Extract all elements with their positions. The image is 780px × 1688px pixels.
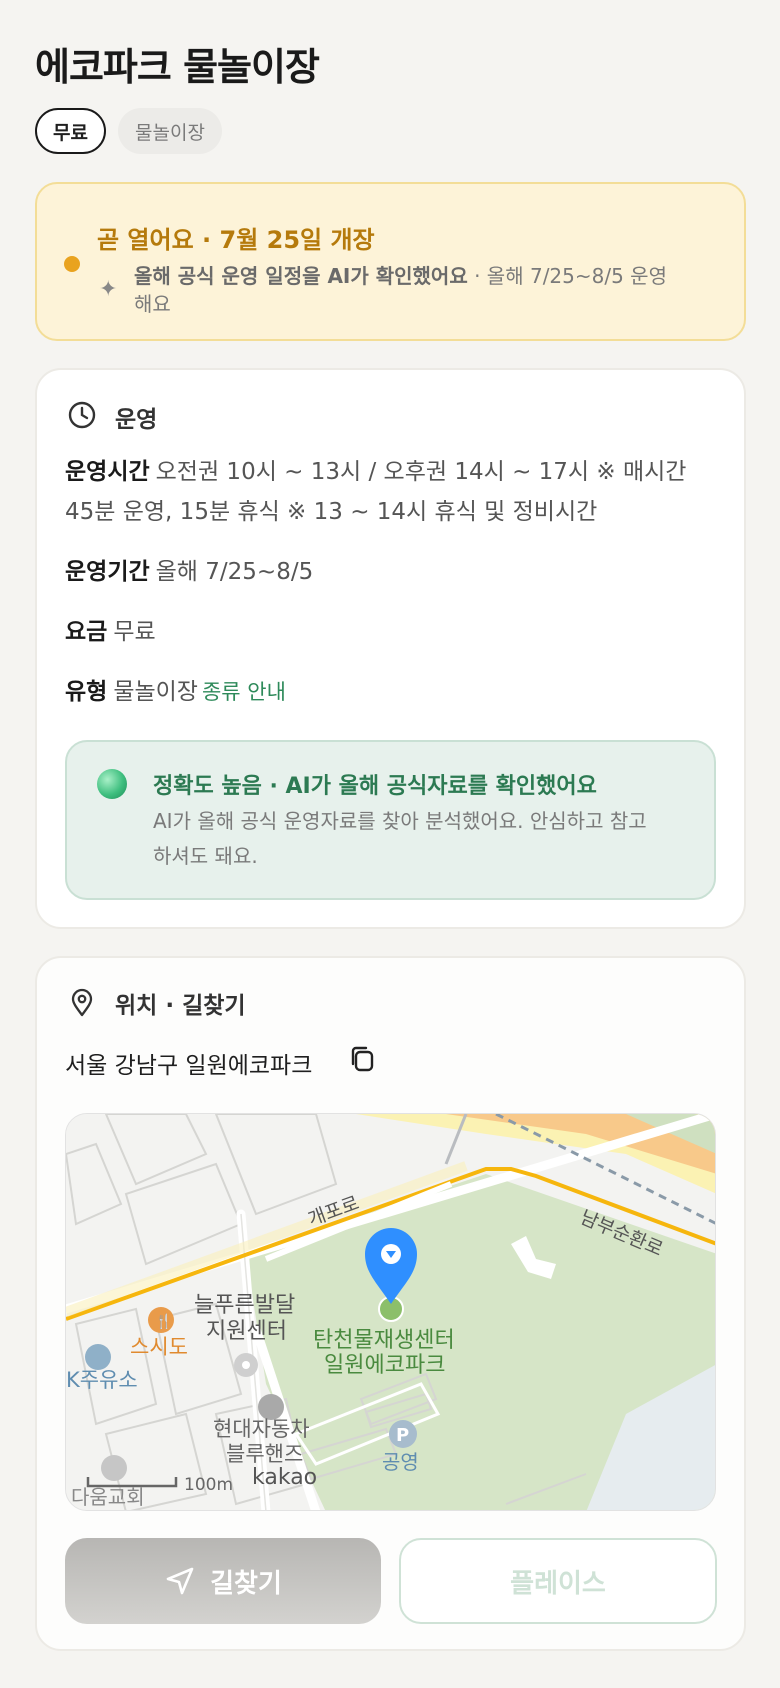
operation-section-title: 운영 — [115, 407, 158, 433]
opening-notice: 곧 열어요 · 7월 25일 개장 ✦ 올해 공식 운영 일정을 AI가 확인했… — [35, 182, 746, 341]
directions-button[interactable]: 길찾기 — [65, 1538, 381, 1624]
directions-button-label: 길찾기 — [210, 1568, 282, 1599]
map-label-gas: K주유소 — [66, 1368, 138, 1392]
gas-station-icon — [85, 1344, 111, 1370]
copy-icon[interactable] — [347, 1044, 377, 1074]
type-label: 유형 — [65, 679, 108, 705]
notice-detail: 올해 공식 운영 일정을 AI가 확인했어요 · 올해 7/25~8/5 운영해… — [134, 262, 674, 318]
map-label-parking: 공영 — [382, 1450, 419, 1474]
parking-icon-letter: P — [396, 1425, 409, 1446]
map-label-shop2: 블루핸즈 — [226, 1442, 303, 1466]
page-title: 에코파크 물놀이장 — [35, 45, 320, 89]
sparkle-icon: ✦ — [99, 277, 118, 302]
address-text: 서울 강남구 일원에코파크 — [65, 1053, 313, 1079]
accuracy-body: AI가 올해 공식 운영자료를 찾아 분석했어요. 안심하고 참고하셔도 돼요. — [153, 809, 647, 868]
map-label-place2: 일원에코파크 — [324, 1353, 445, 1378]
location-pin-icon — [71, 988, 93, 1017]
notice-headline: 곧 열어요 · 7월 25일 개장 — [97, 226, 375, 254]
map-label-center2: 지원센터 — [206, 1319, 287, 1344]
place-button[interactable]: 플레이스 — [399, 1538, 717, 1624]
fee-label: 요금 — [65, 619, 108, 645]
hours-value: 오전권 10시 ~ 13시 / 오후권 14시 ~ 17시 ※ 매시간 45분 … — [65, 459, 687, 525]
price-chip[interactable]: 무료 — [35, 108, 106, 154]
location-section-title: 위치 · 길찾기 — [115, 993, 246, 1019]
period-value: 올해 7/25~8/5 — [155, 559, 314, 585]
period-row: 운영기간 올해 7/25~8/5 — [65, 552, 705, 592]
church-icon — [101, 1455, 127, 1481]
accuracy-headline: 정확도 높음 · AI가 올해 공식자료를 확인했어요 — [153, 774, 597, 799]
map-label-shop1: 현대자동차 — [213, 1417, 310, 1441]
map-label-brand: kakao — [252, 1465, 317, 1490]
clock-icon — [68, 401, 96, 429]
location-card: 위치 · 길찾기 서울 강남구 일원에코파크 개포로 남부순환로 🍴 스시도 K… — [35, 956, 746, 1651]
map-scale-label: 100m — [184, 1475, 233, 1495]
fee-row: 요금 무료 — [65, 612, 705, 652]
map-label-place1: 탄천물재생센터 — [313, 1328, 455, 1353]
type-chip[interactable]: 물놀이장 — [118, 108, 222, 154]
type-value: 물놀이장 — [113, 679, 198, 705]
ai-orb-icon — [97, 769, 127, 799]
accuracy-box: 정확도 높음 · AI가 올해 공식자료를 확인했어요 AI가 올해 공식 운영… — [65, 740, 716, 900]
status-dot-icon — [64, 256, 80, 272]
fork-knife-icon: 🍴 — [155, 1313, 172, 1330]
fee-value: 무료 — [113, 619, 156, 645]
map-label-church: 다움교회 — [71, 1485, 145, 1509]
hours-row: 운영시간 오전권 10시 ~ 13시 / 오후권 14시 ~ 17시 ※ 매시간 … — [65, 452, 705, 532]
type-row: 유형 물놀이장 종류 안내 — [65, 672, 705, 712]
map-view[interactable]: 개포로 남부순환로 🍴 스시도 K주유소 늘푸른발달 지원센터 현대자동차 블루… — [65, 1113, 716, 1511]
notice-ai-check: 올해 공식 운영 일정을 AI가 확인했어요 — [134, 264, 468, 288]
map-label-restaurant: 스시도 — [130, 1335, 188, 1359]
map-label-center: 늘푸른발달 — [194, 1293, 295, 1318]
navigation-arrow-icon — [166, 1567, 194, 1595]
operation-card: 운영 운영시간 오전권 10시 ~ 13시 / 오후권 14시 ~ 17시 ※ 매… — [35, 368, 746, 929]
type-guide-link[interactable]: 종류 안내 — [202, 680, 286, 704]
hours-label: 운영시간 — [65, 459, 150, 485]
period-label: 운영기간 — [65, 559, 150, 585]
